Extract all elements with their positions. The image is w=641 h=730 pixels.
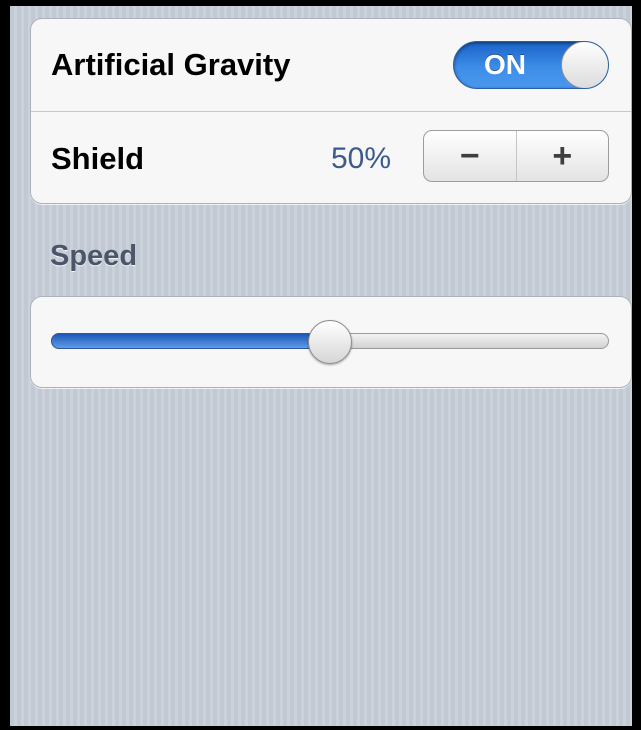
increment-button[interactable]: + [515, 131, 609, 181]
artificial-gravity-label: Artificial Gravity [51, 47, 291, 82]
settings-group: Artificial Gravity ON Shield 50% − + [30, 18, 632, 204]
toggle-knob [561, 42, 608, 88]
artificial-gravity-row: Artificial Gravity ON [31, 19, 631, 111]
shield-label: Shield [51, 140, 145, 176]
speed-section-header: Speed [50, 240, 138, 272]
slider-thumb[interactable] [308, 320, 352, 364]
artificial-gravity-toggle[interactable]: ON [453, 41, 609, 89]
toggle-state-label: ON [484, 49, 526, 80]
shield-value: 50% [331, 141, 392, 175]
speed-slider[interactable] [51, 320, 609, 364]
settings-screen: Artificial Gravity ON Shield 50% − + Spe… [10, 6, 632, 726]
slider-fill [51, 333, 330, 349]
speed-group [30, 296, 632, 388]
shield-row: Shield 50% − + [31, 111, 631, 205]
decrement-button[interactable]: − [424, 131, 516, 181]
shield-stepper: − + [423, 130, 609, 182]
